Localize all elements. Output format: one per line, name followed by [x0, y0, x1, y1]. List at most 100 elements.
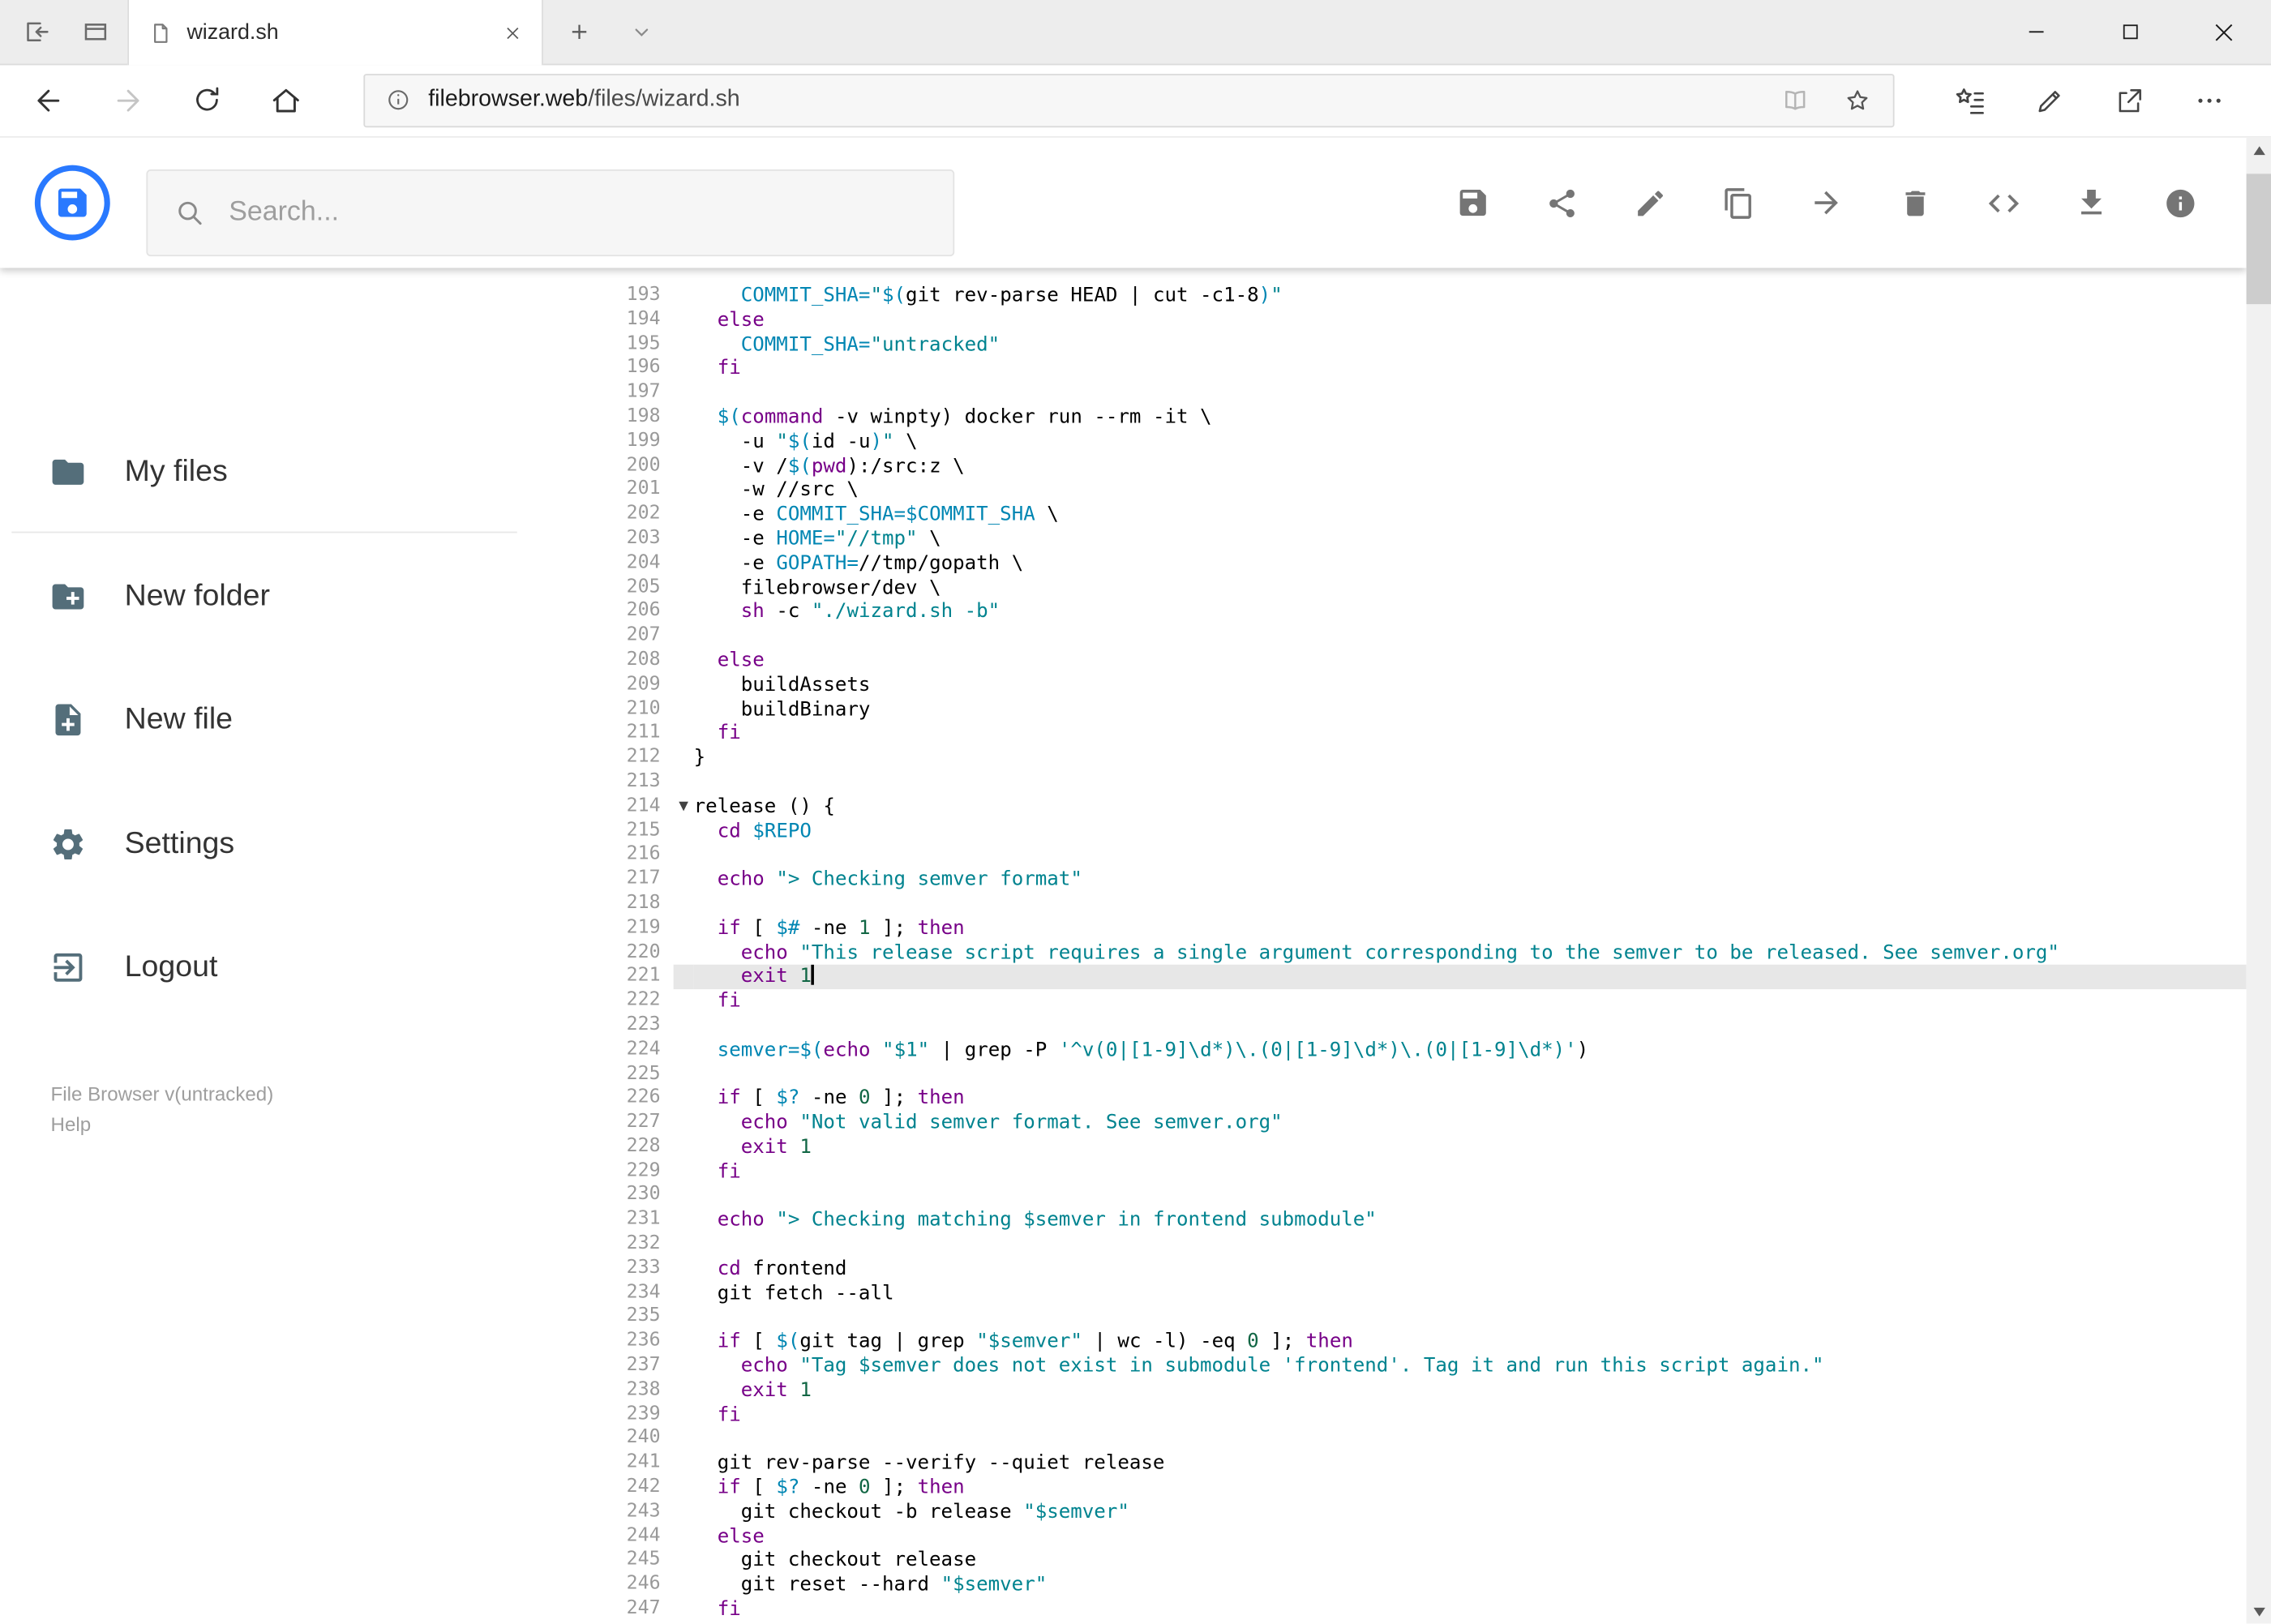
code-line[interactable]: 212} [529, 746, 2247, 770]
code-line[interactable]: 210 buildBinary [529, 697, 2247, 722]
code-line[interactable]: 215 cd $REPO [529, 819, 2247, 843]
code-line[interactable]: 211 fi [529, 722, 2247, 746]
code-line[interactable]: 202 -e COMMIT_SHA=$COMMIT_SHA \ [529, 503, 2247, 527]
code-line[interactable]: 238 exit 1 [529, 1378, 2247, 1403]
code-line[interactable]: 203 -e HOME="//tmp" \ [529, 527, 2247, 551]
code-line[interactable]: 243 git checkout -b release "$semver" [529, 1500, 2247, 1524]
code-line[interactable]: 240 [529, 1427, 2247, 1451]
code-line[interactable]: 198 $(command -v winpty) docker run --rm… [529, 405, 2247, 430]
maximize-button[interactable] [2083, 0, 2177, 64]
refresh-button[interactable] [178, 71, 236, 129]
code-line[interactable]: 204 -e GOPATH=//tmp/gopath \ [529, 551, 2247, 576]
share-button[interactable] [1544, 186, 1579, 221]
close-button[interactable] [2177, 0, 2271, 64]
code-line[interactable]: 216 [529, 843, 2247, 868]
code-line[interactable]: 217 echo "> Checking semver format" [529, 868, 2247, 892]
code-line[interactable]: 222 fi [529, 989, 2247, 1013]
code-line[interactable]: 195 COMMIT_SHA="untracked" [529, 332, 2247, 357]
code-line[interactable]: 244 else [529, 1524, 2247, 1549]
file-browser-logo[interactable] [34, 165, 110, 241]
minimize-button[interactable] [1989, 0, 2083, 64]
help-link[interactable]: Help [51, 1109, 274, 1140]
browser-tab-wizard-sh[interactable]: wizard.sh [127, 0, 543, 66]
more-options-icon[interactable] [2192, 83, 2226, 118]
code-line[interactable]: 194 else [529, 308, 2247, 332]
move-button[interactable] [1809, 186, 1844, 221]
back-button[interactable] [20, 71, 78, 129]
hub-favorites-icon[interactable] [1952, 83, 1987, 118]
code-line[interactable]: 219 if [ $# -ne 1 ]; then [529, 916, 2247, 941]
set-tabs-aside-button[interactable] [11, 6, 63, 58]
web-note-pen-icon[interactable] [2032, 83, 2067, 118]
code-line[interactable]: 221 exit 1 [529, 965, 2247, 990]
search-box[interactable] [146, 169, 955, 257]
tab-preview-toggle-button[interactable] [615, 6, 667, 58]
code-line[interactable]: 246 git reset --hard "$semver" [529, 1573, 2247, 1597]
code-line[interactable]: 245 git checkout release [529, 1549, 2247, 1573]
code-line[interactable]: 196 fi [529, 357, 2247, 381]
code-editor[interactable]: 193 COMMIT_SHA="$(git rev-parse HEAD | c… [529, 268, 2247, 1624]
code-line[interactable]: 227 echo "Not valid semver format. See s… [529, 1111, 2247, 1135]
code-line[interactable]: 199 -u "$(id -u)" \ [529, 430, 2247, 454]
code-line[interactable]: 229 fi [529, 1159, 2247, 1184]
scroll-up-arrow-icon[interactable] [2247, 138, 2271, 162]
sidebar-item-new-file[interactable]: New file [0, 679, 529, 761]
favorite-star-icon[interactable] [1842, 85, 1873, 116]
code-line[interactable]: 237 echo "Tag $semver does not exist in … [529, 1354, 2247, 1378]
code-line[interactable]: 223 [529, 1013, 2247, 1038]
info-circle-icon[interactable] [385, 87, 411, 113]
url-field[interactable]: filebrowser.web/files/wizard.sh [362, 73, 1895, 127]
save-button[interactable] [1455, 186, 1490, 221]
code-line[interactable]: 201 -w //src \ [529, 478, 2247, 503]
code-line[interactable]: 236 if [ $(git tag | grep "$semver" | wc… [529, 1330, 2247, 1354]
code-line[interactable]: 232 [529, 1232, 2247, 1257]
code-line[interactable]: 228 exit 1 [529, 1135, 2247, 1159]
sidebar-item-new-folder[interactable]: New folder [0, 556, 529, 637]
code-line[interactable]: 200 -v /$(pwd):/src:z \ [529, 454, 2247, 478]
code-line[interactable]: 214 ▼ release () { [529, 795, 2247, 819]
code-line[interactable]: 241 git rev-parse --verify --quiet relea… [529, 1451, 2247, 1476]
share-icon[interactable] [2112, 83, 2147, 118]
sidebar-item-logout[interactable]: Logout [0, 927, 529, 1008]
scrollbar-thumb[interactable] [2246, 174, 2271, 305]
code-line[interactable]: 233 cd frontend [529, 1257, 2247, 1281]
new-tab-button[interactable] [553, 6, 605, 58]
code-line[interactable]: 235 [529, 1305, 2247, 1330]
sidebar-item-my-files[interactable]: My files [0, 431, 529, 512]
download-button[interactable] [2074, 186, 2109, 221]
code-line[interactable]: 205 filebrowser/dev \ [529, 576, 2247, 600]
page-scrollbar[interactable] [2246, 137, 2271, 1624]
rename-button[interactable] [1632, 186, 1667, 221]
delete-button[interactable] [1897, 186, 1932, 221]
code-line[interactable]: 207 [529, 624, 2247, 649]
code-line[interactable]: 220 echo "This release script requires a… [529, 941, 2247, 965]
sidebar-item-settings[interactable]: Settings [0, 803, 529, 885]
raw-code-button[interactable] [1986, 186, 2020, 221]
fold-arrow-icon[interactable]: ▼ [679, 799, 688, 814]
home-button[interactable] [258, 71, 315, 129]
forward-button[interactable] [100, 71, 157, 129]
code-line[interactable]: 213 [529, 770, 2247, 795]
code-line[interactable]: 209 buildAssets [529, 673, 2247, 697]
info-button[interactable] [2162, 186, 2197, 221]
code-line[interactable]: 239 fi [529, 1403, 2247, 1427]
code-line[interactable]: 234 git fetch --all [529, 1281, 2247, 1305]
code-line[interactable]: 226 if [ $? -ne 0 ]; then [529, 1086, 2247, 1111]
code-line[interactable]: 230 [529, 1184, 2247, 1208]
code-line[interactable]: 197 [529, 381, 2247, 405]
code-line[interactable]: 225 [529, 1062, 2247, 1086]
code-line[interactable]: 218 [529, 892, 2247, 916]
copy-button[interactable] [1720, 186, 1755, 221]
code-line[interactable]: 242 if [ $? -ne 0 ]; then [529, 1476, 2247, 1500]
code-line[interactable]: 231 echo "> Checking matching $semver in… [529, 1208, 2247, 1232]
code-line[interactable]: 206 sh -c "./wizard.sh -b" [529, 600, 2247, 624]
search-input[interactable] [225, 195, 869, 231]
code-line[interactable]: 193 COMMIT_SHA="$(git rev-parse HEAD | c… [529, 284, 2247, 308]
tabs-aside-list-button[interactable] [70, 6, 122, 58]
code-line[interactable]: 247 fi [529, 1597, 2247, 1622]
code-line[interactable]: 224 semver=$(echo "$1" | grep -P '^v(0|[… [529, 1038, 2247, 1062]
code-line[interactable]: 208 else [529, 649, 2247, 673]
scroll-down-arrow-icon[interactable] [2247, 1599, 2271, 1623]
reading-view-icon[interactable] [1780, 85, 1810, 116]
tab-close-icon[interactable] [504, 24, 521, 41]
